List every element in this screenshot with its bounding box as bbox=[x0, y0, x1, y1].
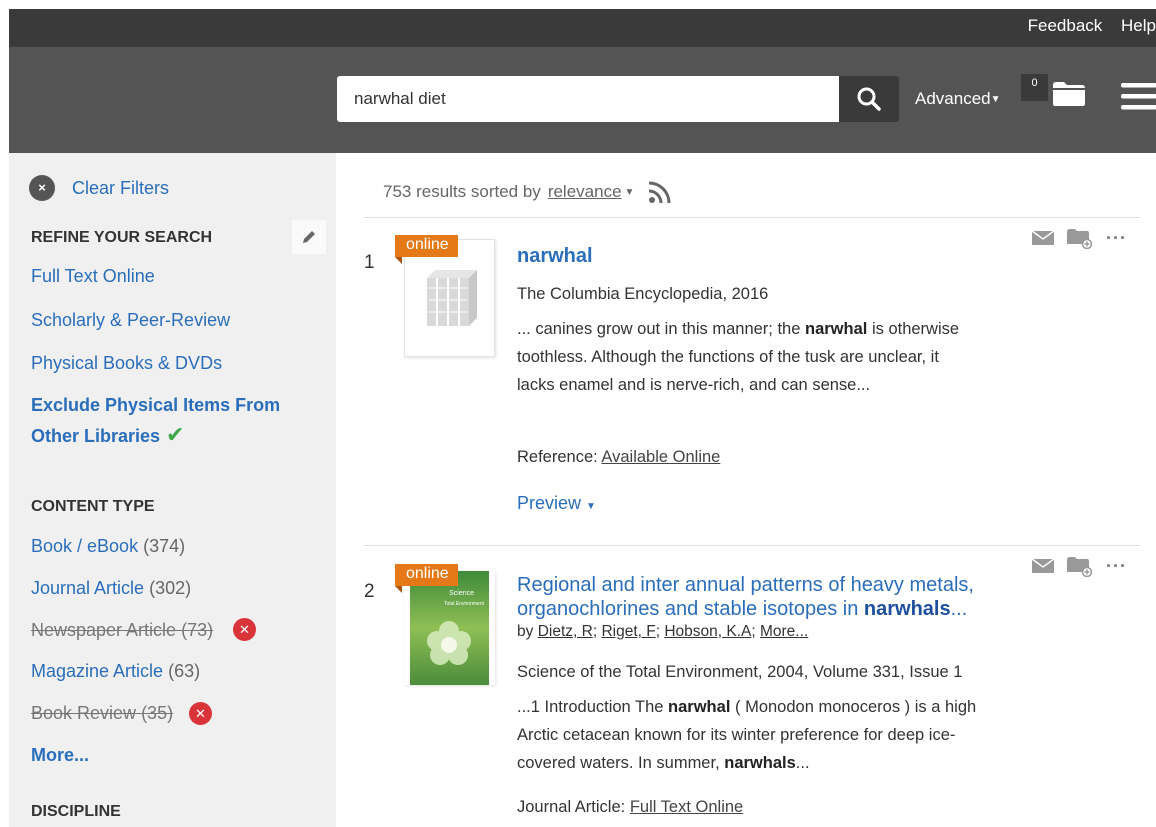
filter-sidebar: × Clear Filters REFINE YOUR SEARCH Full … bbox=[9, 153, 336, 827]
results-summary: 753 results sorted by relevance ▼ bbox=[383, 180, 672, 204]
more-options-icon[interactable]: ··· bbox=[1106, 556, 1127, 577]
svg-text:Science: Science bbox=[449, 590, 474, 597]
facet-book-ebook[interactable]: Book / eBook (374) bbox=[31, 536, 185, 557]
add-to-folder-icon[interactable] bbox=[1067, 227, 1093, 249]
result-access: Reference: Available Online bbox=[517, 443, 987, 471]
facet-physical-books-dvds[interactable]: Physical Books & DVDs bbox=[31, 353, 222, 374]
email-icon[interactable] bbox=[1032, 230, 1054, 246]
result-number: 1 bbox=[364, 252, 375, 273]
result-source: The Columbia Encyclopedia, 2016 bbox=[517, 285, 769, 303]
result-snippet: ...1 Introduction The narwhal ( Monodon … bbox=[517, 698, 977, 772]
advanced-label: Advanced bbox=[915, 89, 991, 108]
book-placeholder-icon bbox=[427, 270, 477, 326]
facet-label: Newspaper Article bbox=[31, 620, 177, 640]
more-options-icon[interactable]: ··· bbox=[1106, 228, 1127, 249]
help-link[interactable]: Help bbox=[1121, 16, 1156, 35]
feedback-link[interactable]: Feedback bbox=[1028, 16, 1103, 35]
more-authors-link[interactable]: More... bbox=[760, 623, 808, 640]
author-link[interactable]: Dietz, R bbox=[538, 623, 593, 640]
checkmark-icon: ✔ bbox=[166, 422, 185, 447]
refine-heading: REFINE YOUR SEARCH bbox=[31, 229, 213, 246]
facet-count: (374) bbox=[143, 536, 186, 556]
caret-down-icon: ▼ bbox=[990, 94, 1001, 106]
facet-newspaper-article-excluded[interactable]: Newspaper Article (73) bbox=[31, 620, 213, 641]
facet-label: Magazine Article bbox=[31, 661, 164, 681]
results-panel: 753 results sorted by relevance ▼ 1 onli… bbox=[336, 153, 1156, 827]
more-content-types-link[interactable]: More... bbox=[31, 745, 89, 766]
facet-count: (302) bbox=[149, 578, 192, 598]
result-source: Science of the Total Environment, 2004, … bbox=[517, 663, 963, 681]
search-header: Advanced▼ 0 bbox=[9, 47, 1156, 153]
facet-label: Book / eBook bbox=[31, 536, 139, 556]
folder-count-badge: 0 bbox=[1021, 74, 1048, 101]
result-thumbnail[interactable]: Science Total Environment bbox=[404, 571, 495, 685]
search-input[interactable] bbox=[337, 76, 839, 122]
result-access: Journal Article: Full Text Online bbox=[517, 793, 987, 821]
facet-count: (35) bbox=[141, 703, 174, 723]
folder-icon[interactable] bbox=[1052, 79, 1086, 112]
sort-dropdown[interactable]: relevance bbox=[548, 182, 622, 202]
clear-filters-label: Clear Filters bbox=[72, 177, 170, 198]
result-title[interactable]: Regional and inter annual patterns of he… bbox=[517, 573, 997, 621]
top-bar: Feedback Help bbox=[9, 9, 1156, 47]
search-box bbox=[337, 76, 839, 122]
preview-label: Preview bbox=[517, 493, 582, 513]
search-icon bbox=[857, 87, 881, 111]
results-count: 753 results sorted by bbox=[383, 182, 541, 201]
result-number: 2 bbox=[364, 581, 375, 602]
author-link[interactable]: Riget, F bbox=[601, 623, 655, 640]
remove-exclusion-icon[interactable]: ✕ bbox=[233, 618, 256, 641]
pencil-icon bbox=[303, 231, 315, 243]
facet-label: Journal Article bbox=[31, 578, 145, 598]
result-actions: ··· bbox=[1032, 227, 1140, 249]
hamburger-menu-icon[interactable] bbox=[1121, 81, 1156, 116]
clear-filters-button[interactable]: × Clear Filters bbox=[29, 175, 169, 201]
rss-icon[interactable] bbox=[648, 180, 672, 204]
add-to-folder-icon[interactable] bbox=[1067, 555, 1093, 577]
remove-exclusion-icon[interactable]: ✕ bbox=[189, 702, 212, 725]
content-type-heading: CONTENT TYPE bbox=[31, 498, 155, 515]
clear-icon: × bbox=[29, 175, 55, 201]
exclude-line-1: Exclude Physical Items From bbox=[31, 395, 281, 415]
facet-label: Book Review bbox=[31, 703, 137, 723]
discipline-heading: DISCIPLINE bbox=[31, 803, 121, 820]
result-type: Reference: bbox=[517, 448, 598, 466]
facet-count: (73) bbox=[181, 620, 214, 640]
result-type: Journal Article: bbox=[517, 798, 626, 816]
online-badge: online bbox=[395, 235, 458, 264]
available-online-link[interactable]: Available Online bbox=[601, 448, 720, 466]
advanced-search-link[interactable]: Advanced▼ bbox=[915, 89, 1001, 109]
edit-refine-button[interactable] bbox=[292, 220, 326, 254]
search-button[interactable] bbox=[839, 76, 899, 122]
result-item: 2 Science Total Environment online Regio… bbox=[336, 545, 1156, 827]
result-title[interactable]: narwhal bbox=[517, 244, 593, 268]
svg-text:Total Environment: Total Environment bbox=[444, 601, 485, 607]
result-authors: by Dietz, R; Riget, F; Hobson, K.A; More… bbox=[517, 623, 809, 640]
caret-down-icon: ▼ bbox=[624, 186, 635, 198]
email-icon[interactable] bbox=[1032, 558, 1054, 574]
facet-count: (63) bbox=[168, 661, 201, 681]
caret-down-icon: ▼ bbox=[586, 501, 596, 512]
facet-scholarly-peer-review[interactable]: Scholarly & Peer-Review bbox=[31, 310, 230, 331]
result-item: 1 online narwhal The Columbia Encycloped… bbox=[336, 217, 1156, 545]
facet-journal-article[interactable]: Journal Article (302) bbox=[31, 578, 191, 599]
result-actions: ··· bbox=[1032, 555, 1140, 577]
facet-book-review-excluded[interactable]: Book Review (35) bbox=[31, 703, 173, 724]
journal-cover-image: Science Total Environment bbox=[410, 571, 489, 685]
facet-magazine-article[interactable]: Magazine Article (63) bbox=[31, 661, 200, 682]
author-link[interactable]: Hobson, K.A bbox=[664, 623, 751, 640]
result-snippet: ... canines grow out in this manner; the… bbox=[517, 320, 960, 394]
preview-button[interactable]: Preview ▼ bbox=[517, 493, 596, 514]
online-badge: online bbox=[395, 564, 458, 593]
facet-full-text-online[interactable]: Full Text Online bbox=[31, 266, 155, 287]
exclude-line-2: Other Libraries bbox=[31, 426, 161, 446]
full-text-online-link[interactable]: Full Text Online bbox=[630, 798, 743, 816]
facet-exclude-physical-items[interactable]: Exclude Physical Items From Other Librar… bbox=[31, 391, 280, 451]
